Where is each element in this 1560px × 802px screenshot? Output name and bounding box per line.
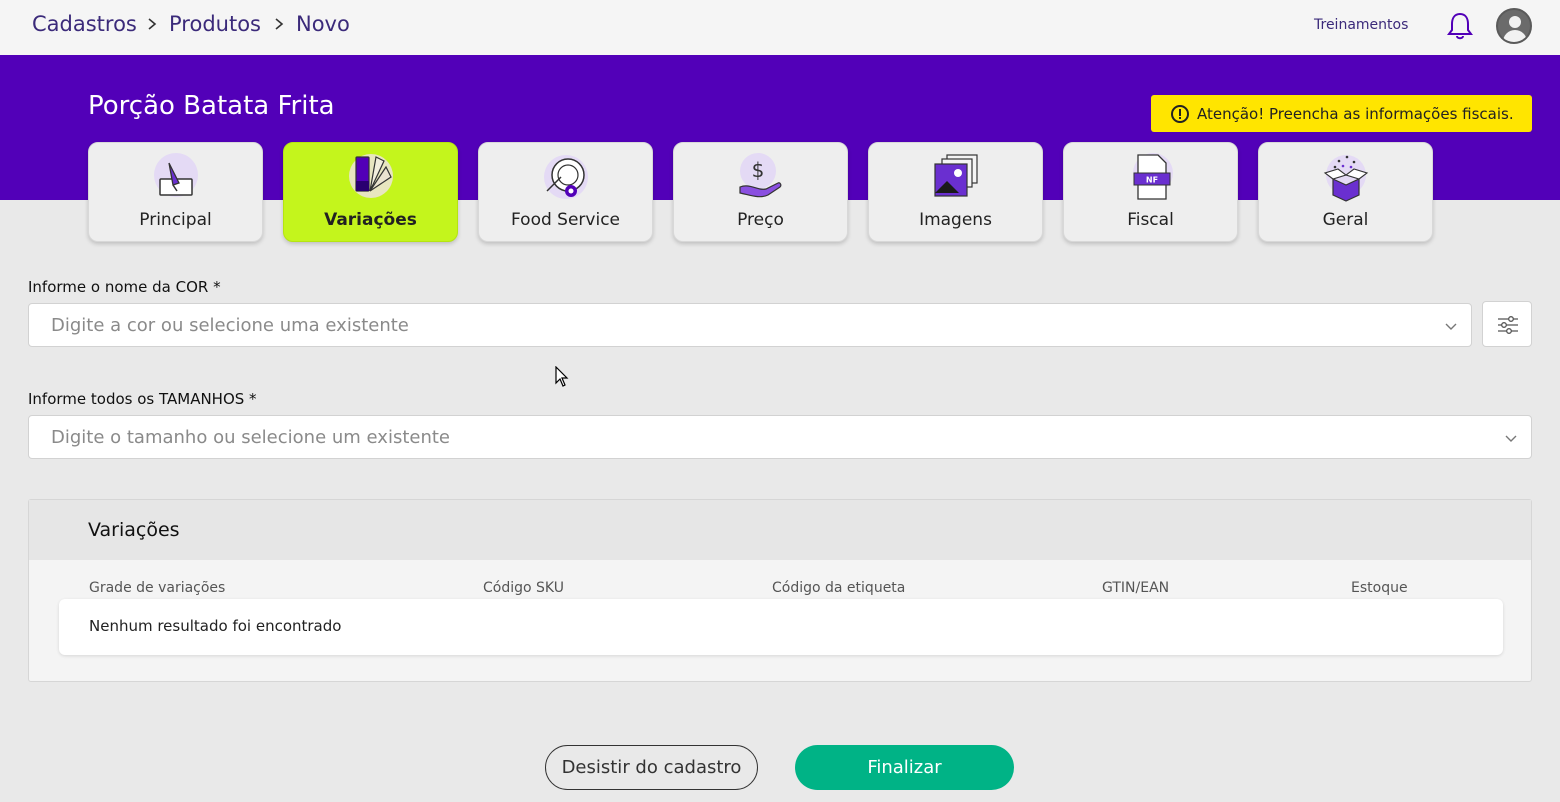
tab-geral[interactable]: Geral <box>1258 142 1433 242</box>
tab-label: Imagens <box>919 210 992 230</box>
variations-panel-header: Variações <box>29 500 1531 560</box>
column-header-grade: Grade de variações <box>89 580 226 596</box>
training-link[interactable]: Treinamentos <box>1314 17 1408 33</box>
chevron-down-icon[interactable] <box>1445 320 1457 332</box>
product-title: Porção Batata Frita <box>88 91 335 121</box>
tab-label: Food Service <box>511 210 620 230</box>
svg-text:$: $ <box>752 158 765 182</box>
mouse-cursor-icon <box>555 366 569 387</box>
empty-state-message: Nenhum resultado foi encontrado <box>89 617 342 635</box>
table-row: Nenhum resultado foi encontrado <box>59 599 1503 655</box>
color-select-input[interactable]: Digite a cor ou selecione uma existente <box>28 303 1472 347</box>
top-bar: Cadastros Produtos Novo Treinamentos <box>0 0 1560 55</box>
fiscal-warning-alert[interactable]: Atenção! Preencha as informações fiscais… <box>1151 95 1532 132</box>
tab-label: Fiscal <box>1127 210 1174 230</box>
alert-text: Atenção! Preencha as informações fiscais… <box>1197 104 1514 123</box>
chevron-right-icon <box>275 18 284 30</box>
tab-variacoes[interactable]: Variações <box>283 142 458 242</box>
breadcrumb-novo: Novo <box>296 12 350 36</box>
tab-label: Preço <box>737 210 784 230</box>
tab-preco[interactable]: $ Preço <box>673 142 848 242</box>
size-select-placeholder: Digite o tamanho ou selecione um existen… <box>51 426 450 448</box>
edit-pencil-icon <box>154 153 198 197</box>
breadcrumb-cadastros[interactable]: Cadastros <box>32 12 137 36</box>
bell-icon[interactable] <box>1446 11 1474 41</box>
finish-button[interactable]: Finalizar <box>795 745 1014 790</box>
cancel-registration-button[interactable]: Desistir do cadastro <box>545 745 758 790</box>
color-palette-icon <box>349 154 393 198</box>
filter-settings-button[interactable] <box>1482 301 1532 347</box>
column-header-etiqueta: Código da etiqueta <box>772 580 906 596</box>
breadcrumb-produtos[interactable]: Produtos <box>169 12 261 36</box>
column-header-sku: Código SKU <box>483 580 564 596</box>
size-field-label: Informe todos os TAMANHOS * <box>28 390 257 408</box>
color-select-placeholder: Digite a cor ou selecione uma existente <box>51 314 409 336</box>
plate-cutlery-icon <box>544 155 588 199</box>
column-header-gtin: GTIN/EAN <box>1102 580 1170 596</box>
tab-label: Variações <box>324 210 417 230</box>
size-select-input[interactable]: Digite o tamanho ou selecione um existen… <box>28 415 1532 459</box>
images-icon <box>934 154 978 197</box>
tab-food-service[interactable]: Food Service <box>478 142 653 242</box>
variations-panel: Variações Grade de variações Código SKU … <box>28 499 1532 682</box>
alert-circle-icon <box>1171 104 1189 123</box>
price-hand-icon: $ <box>739 153 782 198</box>
color-field-label: Informe o nome da COR * <box>28 278 221 296</box>
svg-text:NF: NF <box>1146 176 1158 185</box>
tab-imagens[interactable]: Imagens <box>868 142 1043 242</box>
tab-principal[interactable]: Principal <box>88 142 263 242</box>
variations-title: Variações <box>88 519 180 541</box>
tab-label: Principal <box>139 210 212 230</box>
tab-fiscal[interactable]: NF Fiscal <box>1063 142 1238 242</box>
nf-document-icon: NF <box>1133 153 1173 200</box>
user-avatar-icon[interactable] <box>1496 8 1532 44</box>
chevron-right-icon <box>148 18 157 30</box>
tab-label: Geral <box>1322 210 1369 230</box>
open-box-icon <box>1323 155 1369 202</box>
sliders-icon <box>1498 316 1518 334</box>
chevron-down-icon[interactable] <box>1505 432 1517 444</box>
column-header-estoque: Estoque <box>1351 580 1408 596</box>
